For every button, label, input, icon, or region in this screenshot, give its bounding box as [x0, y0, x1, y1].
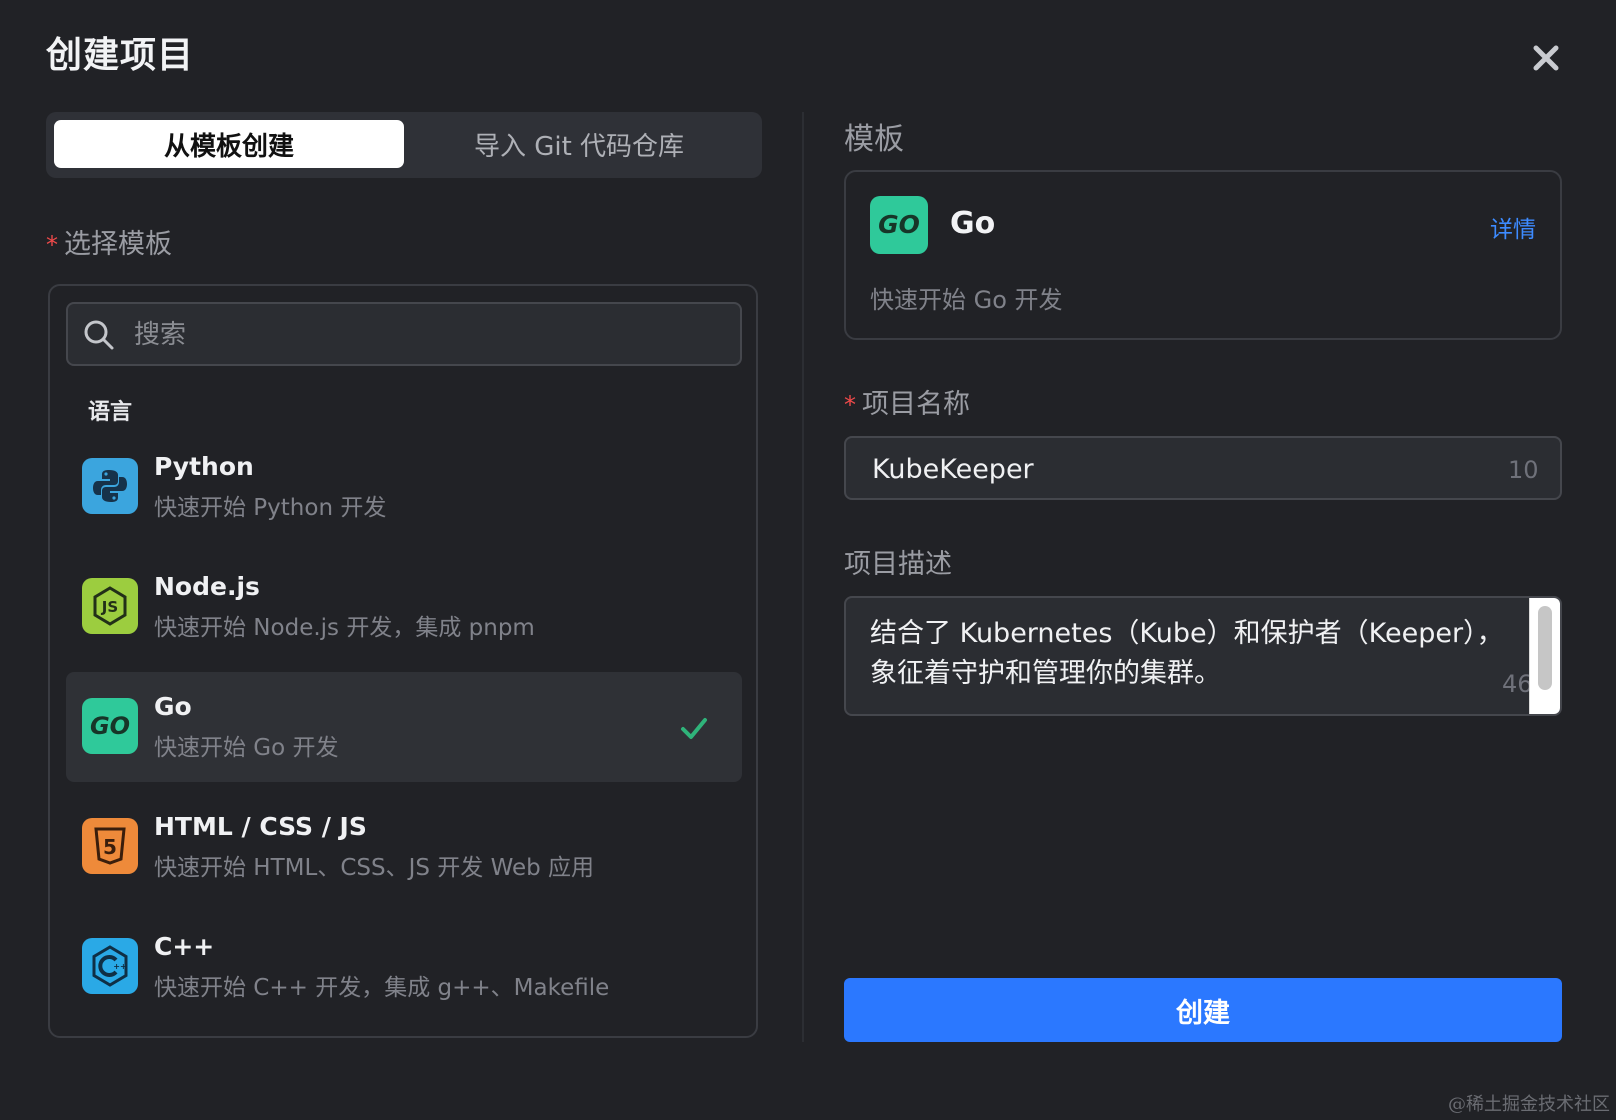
- template-item-nodejs[interactable]: JS Node.js 快速开始 Node.js 开发，集成 pnpm: [66, 552, 742, 662]
- cpp-icon: ++: [82, 938, 138, 994]
- svg-text:++: ++: [113, 962, 126, 971]
- group-label-language: 语言: [88, 400, 133, 425]
- close-button[interactable]: [1524, 36, 1568, 80]
- nodejs-icon: JS: [82, 578, 138, 634]
- html5-icon: 5: [82, 818, 138, 874]
- svg-text:GO: GO: [90, 712, 130, 740]
- project-name-char-count: 10: [1508, 456, 1539, 484]
- template-name: Go: [154, 692, 192, 721]
- search-input[interactable]: [132, 312, 726, 358]
- python-icon: [82, 458, 138, 514]
- dialog-title: 创建项目: [46, 35, 195, 76]
- creation-mode-tabs: 从模板创建 导入 Git 代码仓库: [46, 112, 762, 178]
- select-template-label: * 选择模板: [46, 222, 172, 261]
- project-name-field: 10: [844, 436, 1562, 500]
- project-name-input[interactable]: [870, 446, 1454, 492]
- svg-text:JS: JS: [101, 598, 118, 616]
- project-desc-label: 项目描述: [844, 549, 952, 580]
- search-icon: [84, 320, 114, 350]
- template-desc: 快速开始 C++ 开发，集成 g++、Makefile: [154, 975, 610, 1001]
- selected-template-name: Go: [950, 206, 996, 241]
- template-item-html-css-js[interactable]: 5 HTML / CSS / JS 快速开始 HTML、CSS、JS 开发 We…: [66, 792, 742, 902]
- template-list-panel: 语言 Python 快速开始 Python 开发 J: [48, 284, 758, 1038]
- selected-template-desc: 快速开始 Go 开发: [870, 286, 1063, 314]
- template-name: HTML / CSS / JS: [154, 812, 367, 841]
- template-item-cpp[interactable]: ++ C++ 快速开始 C++ 开发，集成 g++、Makefile: [66, 912, 742, 1022]
- template-section-label: 模板: [844, 122, 904, 157]
- template-desc: 快速开始 Python 开发: [154, 495, 387, 521]
- tab-from-template[interactable]: 从模板创建: [54, 120, 404, 168]
- column-divider: [802, 112, 804, 1042]
- desc-scrollbar[interactable]: [1529, 598, 1560, 714]
- go-icon: GO: [870, 196, 928, 254]
- close-icon: [1533, 45, 1559, 71]
- svg-text:GO: GO: [878, 210, 920, 239]
- create-project-dialog: 创建项目 从模板创建 导入 Git 代码仓库 *选择模板 语言: [0, 0, 1616, 1120]
- selected-template-card: GO Go 详情 快速开始 Go 开发: [844, 170, 1562, 340]
- template-detail-link[interactable]: 详情: [1490, 210, 1536, 244]
- project-desc-textarea[interactable]: 结合了 Kubernetes（Kube）和保护者（Keeper），象征着守护和管…: [870, 614, 1510, 694]
- template-item-go[interactable]: GO Go 快速开始 Go 开发: [66, 672, 742, 782]
- tab-import-git[interactable]: 导入 Git 代码仓库: [404, 120, 754, 168]
- svg-text:5: 5: [103, 835, 117, 859]
- search-box: [66, 302, 742, 366]
- create-button[interactable]: 创建: [844, 978, 1562, 1042]
- project-name-label-text: 项目名称: [862, 389, 970, 420]
- template-desc: 快速开始 Go 开发: [154, 735, 339, 761]
- template-name: Python: [154, 452, 254, 481]
- project-desc-char-count: 46: [1502, 670, 1533, 698]
- template-desc: 快速开始 HTML、CSS、JS 开发 Web 应用: [154, 855, 595, 881]
- go-icon: GO: [82, 698, 138, 754]
- project-name-label: * 项目名称: [844, 382, 970, 421]
- template-item-python[interactable]: Python 快速开始 Python 开发: [66, 432, 742, 542]
- template-name: Node.js: [154, 572, 260, 601]
- template-name: C++: [154, 932, 215, 961]
- watermark: @稀土掘金技术社区: [1448, 1094, 1610, 1115]
- select-template-label-text: 选择模板: [64, 229, 172, 260]
- required-asterisk: *: [46, 231, 58, 259]
- check-icon: [681, 718, 707, 739]
- project-desc-field[interactable]: 结合了 Kubernetes（Kube）和保护者（Keeper），象征着守护和管…: [844, 596, 1562, 716]
- template-desc: 快速开始 Node.js 开发，集成 pnpm: [154, 615, 535, 641]
- desc-scrollbar-thumb[interactable]: [1538, 606, 1552, 690]
- required-asterisk: *: [844, 391, 856, 419]
